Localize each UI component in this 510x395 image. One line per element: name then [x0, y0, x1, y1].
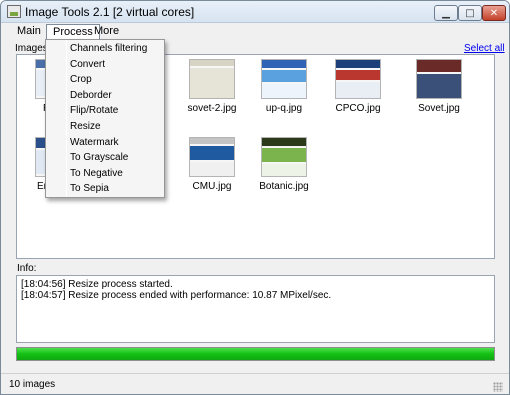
image-name: Sovet.jpg: [418, 103, 460, 114]
image-thumbnail: [189, 59, 235, 99]
progress-fill: [17, 348, 494, 360]
image-name: up-q.jpg: [265, 103, 303, 114]
close-button[interactable]: ✕: [482, 5, 506, 21]
image-thumbnail: [335, 59, 381, 99]
image-name: CMU.jpg: [192, 181, 232, 192]
menu-main[interactable]: Main: [11, 24, 47, 40]
select-all-link[interactable]: Select all: [464, 43, 505, 54]
image-count: 10 images: [9, 379, 56, 390]
status-bar: 10 images: [1, 373, 509, 394]
info-label: Info:: [17, 263, 37, 274]
app-window: Image Tools 2.1 [2 virtual cores] ▁ □ ✕ …: [0, 0, 510, 395]
progress-bar: [16, 347, 495, 361]
image-thumb-botanic[interactable]: Botanic.jpg: [249, 137, 319, 192]
menu-item-resize[interactable]: Resize: [70, 120, 101, 134]
menu-item-convert[interactable]: Convert: [70, 58, 105, 72]
menu-item-channels-filtering[interactable]: Channels filtering: [70, 42, 147, 56]
app-icon: [7, 5, 21, 18]
image-name: Botanic.jpg: [259, 181, 309, 192]
image-thumbnail: [416, 59, 462, 99]
menu-item-to-sepia[interactable]: To Sepia: [70, 182, 109, 196]
image-thumb-cmu[interactable]: CMU.jpg: [177, 137, 247, 192]
menu-item-flip-rotate[interactable]: Flip/Rotate: [70, 104, 118, 118]
image-thumbnail: [189, 137, 235, 177]
menu-icon-column: [66, 40, 67, 197]
menu-item-watermark[interactable]: Watermark: [70, 136, 119, 150]
window-title: Image Tools 2.1 [2 virtual cores]: [25, 5, 195, 19]
image-name: sovet-2.jpg: [187, 103, 237, 114]
image-thumbnail: [261, 137, 307, 177]
process-dropdown-menu: Channels filtering Convert Crop Deborder…: [45, 39, 165, 198]
info-log[interactable]: [18:04:56] Resize process started. [18:0…: [16, 275, 495, 343]
menu-item-deborder[interactable]: Deborder: [70, 89, 112, 103]
menu-item-to-grayscale[interactable]: To Grayscale: [70, 151, 128, 165]
image-thumbnail: [261, 59, 307, 99]
maximize-button[interactable]: □: [458, 5, 482, 21]
minimize-button[interactable]: ▁: [434, 5, 458, 21]
log-line: [18:04:57] Resize process ended with per…: [21, 290, 332, 301]
menu-item-to-negative[interactable]: To Negative: [70, 167, 123, 181]
image-thumb-sovet-2[interactable]: sovet-2.jpg: [177, 59, 247, 114]
resize-grip-icon[interactable]: [493, 382, 503, 392]
image-thumb-up-q[interactable]: up-q.jpg: [249, 59, 319, 114]
menu-item-crop[interactable]: Crop: [70, 73, 92, 87]
menu-bar: Main Process More: [1, 23, 509, 41]
menu-more[interactable]: More: [88, 24, 125, 40]
image-thumb-sovet[interactable]: Sovet.jpg: [404, 59, 474, 114]
image-name: CPCO.jpg: [335, 103, 381, 114]
log-line: [18:04:56] Resize process started.: [21, 279, 173, 290]
image-thumb-cpco[interactable]: CPCO.jpg: [323, 59, 393, 114]
title-bar[interactable]: Image Tools 2.1 [2 virtual cores] ▁ □ ✕: [1, 1, 509, 23]
